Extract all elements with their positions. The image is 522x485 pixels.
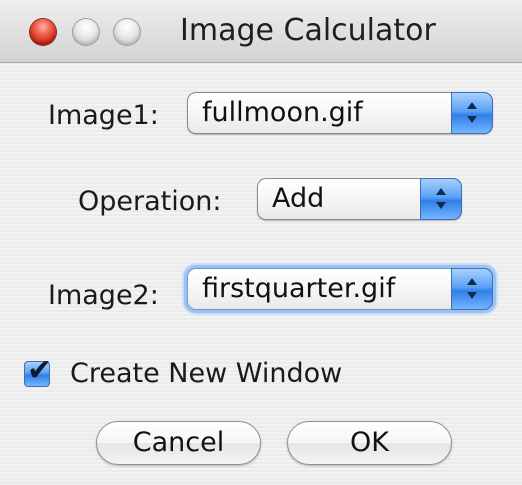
- image1-label: Image1:: [48, 100, 159, 131]
- close-window-button[interactable]: [30, 19, 56, 45]
- ok-button[interactable]: OK: [287, 421, 452, 465]
- image1-popup[interactable]: fullmoon.gif: [187, 92, 493, 134]
- popup-up-arrow-icon: [467, 102, 477, 109]
- image2-popup[interactable]: firstquarter.gif: [187, 268, 493, 310]
- popup-down-arrow-icon: [467, 292, 477, 299]
- image2-popup-value: firstquarter.gif: [202, 273, 396, 304]
- popup-down-arrow-icon: [467, 116, 477, 123]
- title-bar[interactable]: Image Calculator: [0, 0, 522, 63]
- popup-up-arrow-icon: [436, 188, 446, 195]
- window-title: Image Calculator: [180, 13, 436, 48]
- create-new-window-label[interactable]: Create New Window: [70, 358, 342, 389]
- operation-popup[interactable]: Add: [257, 178, 462, 220]
- image2-label: Image2:: [48, 280, 159, 311]
- operation-popup-value: Add: [272, 183, 325, 214]
- checkmark-icon: ✔: [27, 353, 53, 388]
- image2-popup-stepper[interactable]: [451, 268, 493, 310]
- create-new-window-checkbox[interactable]: ✔: [24, 353, 52, 388]
- minimize-window-button[interactable]: [73, 19, 99, 45]
- popup-down-arrow-icon: [436, 202, 446, 209]
- image-calculator-dialog: Image Calculator Image1: fullmoon.gif Op…: [0, 0, 522, 485]
- zoom-window-button[interactable]: [114, 19, 140, 45]
- image1-popup-value: fullmoon.gif: [202, 97, 363, 128]
- image1-popup-stepper[interactable]: [451, 92, 493, 134]
- cancel-button[interactable]: Cancel: [96, 421, 261, 465]
- operation-popup-stepper[interactable]: [420, 178, 462, 220]
- operation-label: Operation:: [78, 186, 222, 217]
- popup-up-arrow-icon: [467, 278, 477, 285]
